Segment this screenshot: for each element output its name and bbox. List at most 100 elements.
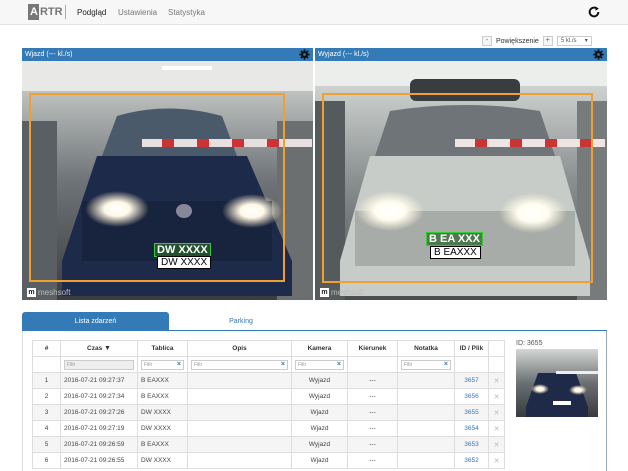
table-row[interactable]: 1 2016-07-21 09:27:37 B EAXXX Wyjazd ---… <box>32 372 505 389</box>
row-note[interactable] <box>397 436 455 453</box>
row-description[interactable] <box>187 452 292 469</box>
logo[interactable]: A RTR <box>28 4 66 20</box>
nav-item-statystyka[interactable]: Statystyka <box>168 8 205 17</box>
row-note[interactable] <box>397 420 455 437</box>
row-note[interactable] <box>397 452 455 469</box>
camera-feed[interactable]: DW XXXX DW XXXX m meshsoft <box>22 61 313 300</box>
row-delete[interactable]: ✕ <box>488 372 505 389</box>
col-header-number[interactable]: # <box>32 340 61 357</box>
tab-parking[interactable]: Parking <box>182 312 300 331</box>
delete-icon[interactable]: ✕ <box>494 442 500 449</box>
row-camera: Wjazd <box>291 404 348 421</box>
plate-filter-input[interactable]: Filtr × <box>141 359 184 370</box>
table-row[interactable]: 2 2016-07-21 09:27:34 B EAXXX Wyjazd ---… <box>32 388 505 405</box>
filter-placeholder: Filtr <box>298 361 307 368</box>
filter-cell: Filtr × <box>187 356 292 373</box>
filter-placeholder: Filtr <box>194 361 203 368</box>
event-preview-image[interactable] <box>516 349 598 417</box>
nav-item-ustawienia[interactable]: Ustawienia <box>118 8 157 17</box>
filter-cell <box>454 356 489 373</box>
table-row[interactable]: 3 2016-07-21 09:27:26 DW XXXX Wjazd --- … <box>32 404 505 421</box>
filter-placeholder: Filtr <box>404 361 413 368</box>
row-id[interactable]: 3653 <box>464 441 478 448</box>
row-description[interactable] <box>187 436 292 453</box>
table-row[interactable]: 6 2016-07-21 09:26:55 DW XXXX Wjazd --- … <box>32 452 505 469</box>
nav-item-podglad[interactable]: Podgląd <box>77 8 106 17</box>
delete-icon[interactable]: ✕ <box>494 394 500 401</box>
clear-filter-icon[interactable]: × <box>444 361 448 369</box>
row-id-link[interactable]: 3655 <box>454 404 489 421</box>
col-header-plate[interactable]: Tablica <box>137 340 188 357</box>
row-id-link[interactable]: 3654 <box>454 420 489 437</box>
row-id-link[interactable]: 3652 <box>454 452 489 469</box>
col-header-id[interactable]: ID / Plik <box>454 340 489 357</box>
zoom-in-button[interactable]: + <box>542 36 553 46</box>
row-description[interactable] <box>187 388 292 405</box>
gear-icon[interactable] <box>593 49 604 60</box>
row-direction: --- <box>347 372 398 389</box>
tab-events[interactable]: Lista zdarzeń <box>22 312 169 331</box>
row-camera: Wjazd <box>291 452 348 469</box>
row-id[interactable]: 3657 <box>464 377 478 384</box>
delete-icon[interactable]: ✕ <box>494 458 500 465</box>
watermark-logo-icon: m <box>320 288 329 297</box>
filter-cell: Filtr × <box>397 356 455 373</box>
delete-icon[interactable]: ✕ <box>494 410 500 417</box>
logo-text: RTR <box>39 6 63 18</box>
col-header-direction[interactable]: Kierunek <box>347 340 398 357</box>
logo-mark: A <box>28 4 39 20</box>
row-delete[interactable]: ✕ <box>488 404 505 421</box>
camera-panel-wjazd: Wjazd (--- kl./s) DW XXXX DW XXXX m mesh… <box>22 48 313 300</box>
clear-filter-icon[interactable]: × <box>337 361 341 369</box>
row-id-link[interactable]: 3657 <box>454 372 489 389</box>
row-delete[interactable]: ✕ <box>488 388 505 405</box>
watermark-logo-icon: m <box>27 288 36 297</box>
logo-divider <box>64 5 66 19</box>
row-description[interactable] <box>187 420 292 437</box>
row-note[interactable] <box>397 372 455 389</box>
row-id[interactable]: 3655 <box>464 409 478 416</box>
time-filter-input[interactable]: Filtr <box>64 359 134 370</box>
clear-filter-icon[interactable]: × <box>281 361 285 369</box>
col-header-camera[interactable]: Kamera <box>291 340 348 357</box>
delete-icon[interactable]: ✕ <box>494 378 500 385</box>
col-header-note[interactable]: Notatka <box>397 340 455 357</box>
table-header-row: # Czas ▼ Tablica Opis Kamera Kierunek No… <box>32 340 505 357</box>
camera-filter-input[interactable]: Filtr × <box>295 359 344 370</box>
row-number: 2 <box>32 388 61 405</box>
zoom-out-button[interactable]: - <box>482 36 492 46</box>
filter-cell: Filtr × <box>291 356 348 373</box>
row-id[interactable]: 3654 <box>464 425 478 432</box>
fps-select[interactable]: 5 kl./s <box>556 36 592 46</box>
row-plate: DW XXXX <box>137 420 188 437</box>
col-header-actions <box>488 340 505 357</box>
detected-plate-box: DW XXXX <box>154 243 211 257</box>
row-note[interactable] <box>397 404 455 421</box>
col-header-time[interactable]: Czas ▼ <box>60 340 138 357</box>
row-delete[interactable]: ✕ <box>488 436 505 453</box>
row-description[interactable] <box>187 372 292 389</box>
filter-cell: Filtr <box>60 356 138 373</box>
row-id-link[interactable]: 3653 <box>454 436 489 453</box>
row-delete[interactable]: ✕ <box>488 420 505 437</box>
refresh-icon[interactable] <box>587 5 601 19</box>
row-id-link[interactable]: 3656 <box>454 388 489 405</box>
row-delete[interactable]: ✕ <box>488 452 505 469</box>
row-number: 1 <box>32 372 61 389</box>
note-filter-input[interactable]: Filtr × <box>401 359 451 370</box>
camera-panel-wyjazd: Wyjazd (--- kl./s) B EA XXX B EAXXX m me… <box>315 48 607 300</box>
row-id[interactable]: 3656 <box>464 393 478 400</box>
description-filter-input[interactable]: Filtr × <box>191 359 288 370</box>
col-header-time-label: Czas <box>87 345 103 352</box>
table-row[interactable]: 5 2016-07-21 09:26:59 B EAXXX Wyjazd ---… <box>32 436 505 453</box>
table-row[interactable]: 4 2016-07-21 09:27:19 DW XXXX Wjazd --- … <box>32 420 505 437</box>
col-header-description[interactable]: Opis <box>187 340 292 357</box>
row-note[interactable] <box>397 388 455 405</box>
row-id[interactable]: 3652 <box>464 457 478 464</box>
delete-icon[interactable]: ✕ <box>494 426 500 433</box>
camera-feed[interactable]: B EA XXX B EAXXX m meshsoft <box>315 61 607 300</box>
gear-icon[interactable] <box>299 49 310 60</box>
clear-filter-icon[interactable]: × <box>177 361 181 369</box>
recognized-plate-label: DW XXXX <box>157 256 212 269</box>
row-description[interactable] <box>187 404 292 421</box>
